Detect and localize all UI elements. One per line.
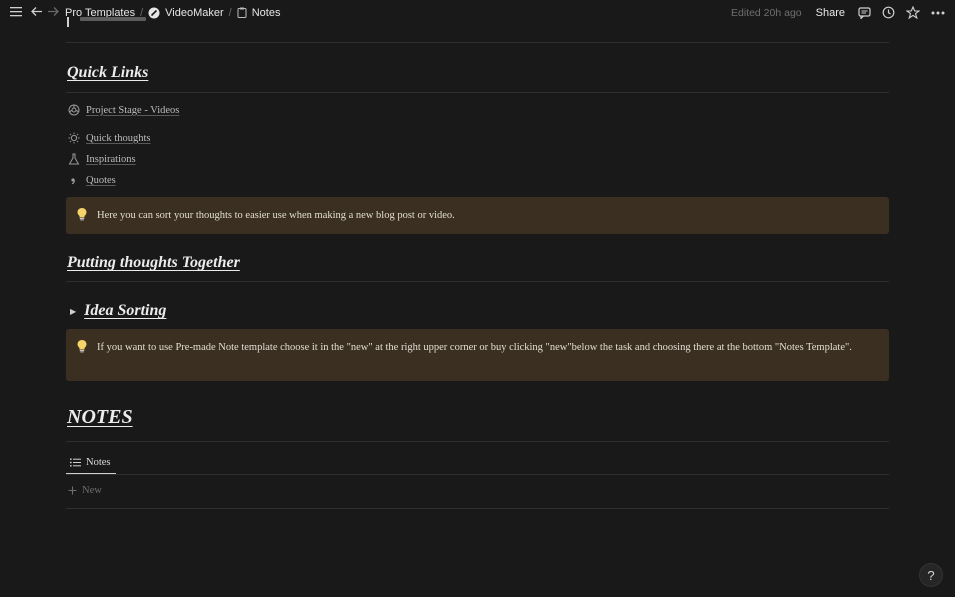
callout-template-info: If you want to use Pre-made Note templat… (66, 329, 889, 381)
menu-icon[interactable] (10, 6, 22, 17)
flask-icon (68, 153, 80, 165)
more-options-icon[interactable] (931, 11, 945, 15)
notes-heading: NOTES (67, 406, 133, 428)
plus-icon (68, 486, 77, 495)
new-note-button[interactable]: New (68, 482, 102, 498)
back-arrow-icon[interactable] (31, 6, 43, 17)
forward-arrow-icon[interactable] (47, 6, 59, 17)
callout-text: If you want to use Pre-made Note templat… (97, 342, 852, 353)
idea-sorting-toggle[interactable]: ▶ Idea Sorting (70, 302, 166, 320)
toggle-triangle-icon[interactable]: ▶ (70, 307, 76, 316)
callout-tip: Here you can sort your thoughts to easie… (66, 197, 889, 234)
idea-sorting-heading: Idea Sorting (84, 302, 167, 319)
history-clock-icon[interactable] (882, 6, 895, 19)
view-tab-label: Notes (86, 456, 111, 468)
divider (66, 474, 889, 475)
callout-text: Here you can sort your thoughts to easie… (97, 210, 455, 221)
putting-thoughts-together-heading: Putting thoughts Together (67, 254, 240, 271)
divider (66, 441, 889, 442)
edited-timestamp: Edited 20h ago (730, 6, 802, 19)
lightbulb-icon (68, 132, 80, 144)
videomaker-logo-icon (148, 7, 160, 18)
link-inspirations[interactable]: Inspirations (68, 151, 136, 167)
divider (66, 42, 889, 43)
breadcrumb-notes[interactable]: Notes (237, 7, 280, 19)
scrolled-off-content (66, 17, 146, 27)
link-label: Project Stage - Videos (86, 104, 180, 116)
list-view-icon (70, 458, 81, 467)
notes-view-tab[interactable]: Notes (66, 451, 116, 475)
lightbulb-emoji-icon (76, 339, 88, 353)
link-label: Quick thoughts (86, 132, 151, 144)
breadcrumb-videomaker[interactable]: VideoMaker (148, 7, 224, 19)
link-label: Inspirations (86, 153, 136, 165)
dial-icon (68, 104, 80, 116)
clipboard-icon (237, 7, 247, 18)
divider (66, 508, 889, 509)
breadcrumb-separator: / (228, 6, 232, 19)
star-icon[interactable] (906, 6, 920, 19)
new-label: New (82, 484, 102, 496)
link-quick-thoughts[interactable]: Quick thoughts (68, 130, 150, 146)
lightbulb-emoji-icon (76, 207, 88, 221)
link-label: Quotes (86, 174, 116, 186)
divider (66, 281, 889, 282)
quick-links-heading: Quick Links (67, 64, 149, 81)
divider (66, 92, 889, 93)
link-quotes[interactable]: Quotes (68, 172, 116, 188)
link-project-stage-videos[interactable]: Project Stage - Videos (68, 102, 179, 118)
quote-icon (68, 174, 80, 186)
share-button[interactable]: Share (816, 7, 845, 19)
comment-icon[interactable] (858, 6, 871, 19)
topbar-actions: Edited 20h ago Share (731, 0, 945, 25)
help-button[interactable]: ? (919, 563, 943, 587)
